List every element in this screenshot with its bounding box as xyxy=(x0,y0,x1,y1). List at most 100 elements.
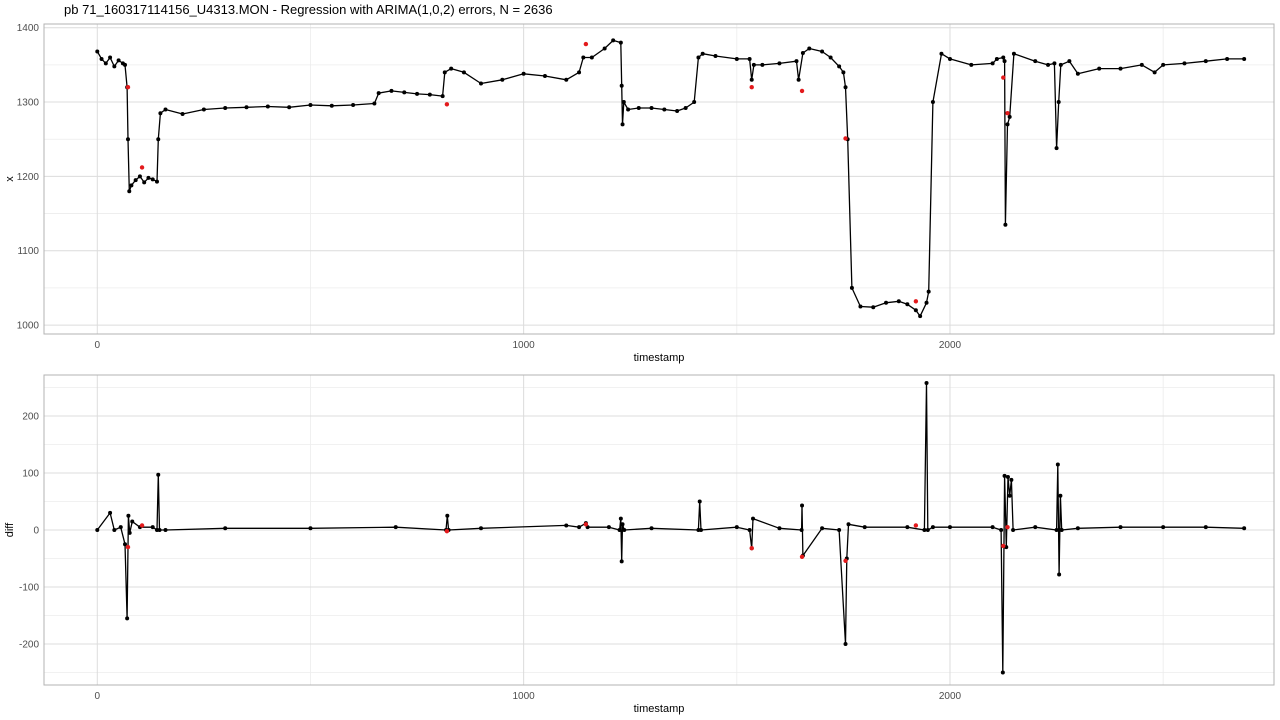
panel-0-data-point xyxy=(621,100,626,105)
panel-1-y-tick-label: -100 xyxy=(19,582,39,593)
panel-1-outlier-point xyxy=(1005,524,1010,530)
panel-0-data-point xyxy=(1002,59,1007,64)
panel-0-data-point xyxy=(156,137,161,142)
panel-1-data-point xyxy=(1007,493,1012,498)
panel-0-data-point xyxy=(108,55,113,60)
panel-1-data-point xyxy=(163,528,168,532)
panel-1-data-point xyxy=(837,528,842,532)
panel-1-data-point xyxy=(800,503,805,508)
panel-0-y-tick-label: 1100 xyxy=(17,246,39,257)
panel-1-x-tick-label: 2000 xyxy=(939,691,962,702)
panel-1-data-point xyxy=(1055,462,1060,467)
panel-0-data-point xyxy=(103,61,108,66)
panel-1-outlier-point xyxy=(583,522,589,527)
panel-0-data-point xyxy=(969,62,974,67)
panel-0-data-point xyxy=(924,300,929,305)
panel-1-data-point xyxy=(649,526,654,531)
panel-0-data-point xyxy=(794,59,799,64)
panel-0-data-point xyxy=(858,304,863,309)
panel-0-data-point xyxy=(1007,114,1012,119)
panel-0-y-axis-title: x xyxy=(4,176,16,182)
panel-0-data-point xyxy=(896,299,901,304)
panel-0-data-point xyxy=(905,302,910,307)
panel-0-data-point xyxy=(1001,55,1006,60)
panel-0-data-point xyxy=(442,70,447,75)
panel-1-data-point xyxy=(118,525,123,530)
panel-0-data-point xyxy=(133,178,138,183)
panel-0-data-point xyxy=(1152,70,1157,75)
panel-1-data-point xyxy=(95,528,100,532)
panel-0-data-point xyxy=(1054,146,1059,151)
panel-0-data-point xyxy=(939,51,944,56)
panel-0-data-point xyxy=(602,46,607,51)
panel-0-data-point xyxy=(796,77,801,82)
panel-1-data-point xyxy=(617,528,622,532)
panel-0-data-point xyxy=(849,285,854,290)
panel-1-data-point xyxy=(1075,526,1080,531)
panel-1-data-point xyxy=(820,526,825,531)
panel-1-data-point xyxy=(223,526,228,531)
panel-0-data-point xyxy=(1056,100,1061,105)
panel-1-data-point xyxy=(843,641,848,646)
panel-1-outlier-point xyxy=(913,523,919,528)
panel-0-data-point xyxy=(713,53,718,58)
panel-1-outlier-point xyxy=(1001,543,1006,549)
panel-1-y-tick-label: 100 xyxy=(22,469,39,480)
panel-0-data-point xyxy=(1011,51,1016,56)
panel-0-data-point xyxy=(843,85,848,90)
panel-1-data-point xyxy=(112,528,117,532)
panel-0-data-point xyxy=(372,101,377,106)
panel-1-data-point xyxy=(156,472,161,477)
panel-0-data-point xyxy=(696,55,701,60)
panel-0-data-point xyxy=(1139,62,1144,67)
panel-0-data-point xyxy=(1033,59,1038,64)
panel-0-data-point xyxy=(807,46,812,51)
panel-0-data-point xyxy=(479,81,484,86)
panel-1-data-point xyxy=(125,616,130,621)
panel-diff-timeseries: 0 1000 2000 -200 -100 0 100 200 timestamp diff xyxy=(4,374,1275,715)
panel-1-outlier-point xyxy=(444,528,450,534)
panel-0-outlier-point xyxy=(139,165,145,170)
panel-1-data-point xyxy=(445,513,450,518)
panel-1-data-point xyxy=(393,525,398,530)
panel-0-data-point xyxy=(777,61,782,66)
panel-0-x-tick-label: 1000 xyxy=(513,340,536,351)
panel-0-data-point xyxy=(137,174,142,179)
panel-0-data-point xyxy=(871,305,876,310)
panel-1-data-point xyxy=(777,526,782,531)
panel-1-data-point xyxy=(620,522,625,527)
panel-0-data-point xyxy=(542,74,547,79)
panel-1-data-point xyxy=(577,525,582,530)
panel-1-data-point xyxy=(734,525,739,530)
panel-0-data-point xyxy=(112,64,117,69)
panel-0-x-tick-label: 2000 xyxy=(939,340,962,351)
panel-0-data-point xyxy=(841,70,846,75)
panel-1-data-point xyxy=(1005,475,1010,480)
panel-1-data-point xyxy=(990,525,995,530)
panel-1-data-point xyxy=(1054,528,1059,532)
panel-0-data-point xyxy=(1046,62,1051,67)
panel-1-data-point xyxy=(922,528,927,532)
panel-0-data-point xyxy=(125,137,130,142)
panel-1-data-point xyxy=(925,528,930,532)
panel-0-data-point xyxy=(287,105,292,110)
panel-0-data-point xyxy=(564,77,569,82)
panel-0-data-point xyxy=(589,55,594,60)
panel-0-data-point xyxy=(990,61,995,66)
panel-0-data-point xyxy=(129,183,134,188)
panel-1-data-point xyxy=(127,530,132,535)
panel-0-data-point xyxy=(926,289,931,294)
panel-1-data-point xyxy=(846,522,851,527)
panel-0-y-tick-label: 1000 xyxy=(17,321,40,332)
panel-1-data-point xyxy=(905,525,910,530)
panel-0-data-point xyxy=(389,88,394,93)
panel-0-data-point xyxy=(351,103,356,108)
panel-0-data-point xyxy=(415,91,420,96)
panel-1-data-point xyxy=(930,525,935,530)
panel-0-data-point xyxy=(265,104,270,109)
panel-0-data-point xyxy=(918,314,923,319)
panel-0-data-point xyxy=(223,106,228,111)
panel-0-data-point xyxy=(930,100,935,105)
panel-0-data-point xyxy=(95,49,100,54)
panel-1-outlier-point xyxy=(139,523,145,528)
